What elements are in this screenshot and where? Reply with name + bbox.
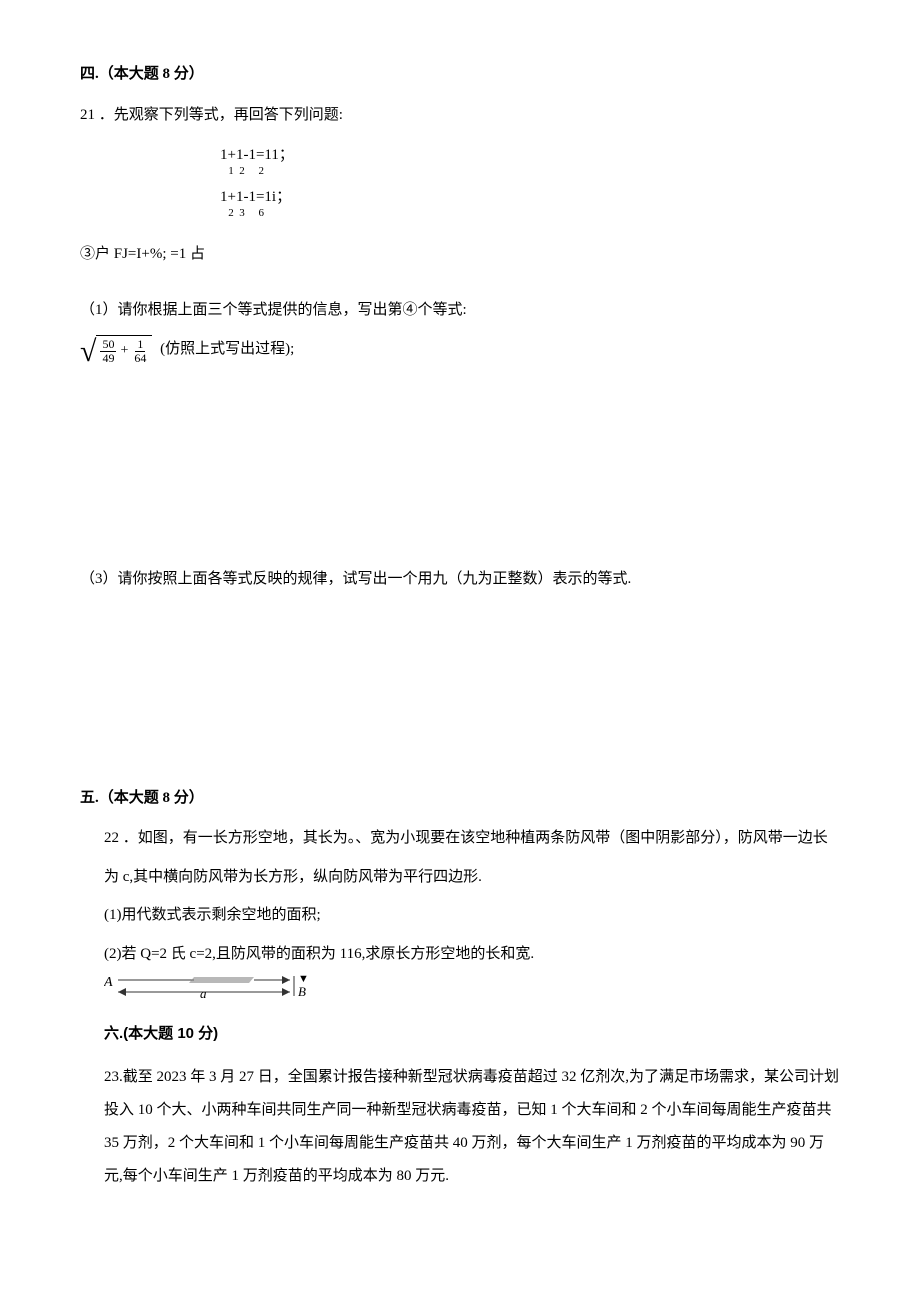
sqrt-expression: √ 50 49 + 1 64 [80,335,152,365]
diagram-label-a: a [200,986,207,1001]
diagram-label-B: B [298,984,306,999]
q22-line1: 22 ．如图，有一长方形空地，其长为。、宽为小现要在该空地种植两条防风带（图中阴… [104,824,840,853]
eq2-subscripts: 2 3 6 [220,206,840,221]
q22-diagram: A a ▼ B [104,972,840,1002]
eq1-subscripts: 1 2 2 [220,164,840,179]
q21-sub3: （3）请你按照上面各等式反映的规律，试写出一个用九（九为正整数）表示的等式. [80,565,840,594]
frac2-numerator: 1 [135,338,145,352]
q21-intro: 21 ．先观察下列等式，再回答下列问题: [80,101,840,130]
formula-tail-text: (仿照上式写出过程); [160,341,294,357]
plus-sign: + [120,338,128,365]
q22-block: 22 ．如图，有一长方形空地，其长为。、宽为小现要在该空地种植两条防风带（图中阴… [80,824,840,1193]
diagram-label-A: A [104,975,113,990]
q22-line2: 为 c,其中横向防风带为长方形，纵向防风带为平行四边形. [104,863,840,892]
fraction-1: 50 49 [100,338,116,365]
q22-sub2: (2)若 Q=2 氏 c=2,且防风带的面积为 116,求原长方形空地的长和宽. [104,940,840,969]
fraction-2: 1 64 [132,338,148,365]
q21-formula: √ 50 49 + 1 64 (仿照上式写出过程); [80,335,840,365]
q21-sub1: （1）请你根据上面三个等式提供的信息，写出第④个等式: [80,296,840,325]
frac1-numerator: 50 [100,338,116,352]
radical-icon: √ [80,337,96,367]
eq1-main: 1+1-1=11； [220,145,840,166]
frac1-denominator: 49 [100,352,116,365]
frac2-denominator: 64 [132,352,148,365]
eq2-main: 1+1-1=1i； [220,187,840,208]
section-6-header: 六.(本大题 10 分) [104,1020,840,1049]
blank-space-1 [80,405,840,565]
q23-text: 23.截至 2023 年 3 月 27 日，全国累计报告接种新型冠状病毒疫苗超过… [104,1061,840,1193]
section-4-header: 四.（本大题 8 分） [80,60,840,89]
eq3-line: ③户 FJ=I+%; =1 占 [80,240,840,269]
q22-sub1: (1)用代数式表示剩余空地的面积; [104,901,840,930]
blank-space-2 [80,604,840,784]
radicand: 50 49 + 1 64 [96,335,152,365]
equations-block: 1+1-1=11； 1 2 2 1+1-1=1i； 2 3 6 [220,145,840,222]
section-5-header: 五.（本大题 8 分） [80,784,840,813]
